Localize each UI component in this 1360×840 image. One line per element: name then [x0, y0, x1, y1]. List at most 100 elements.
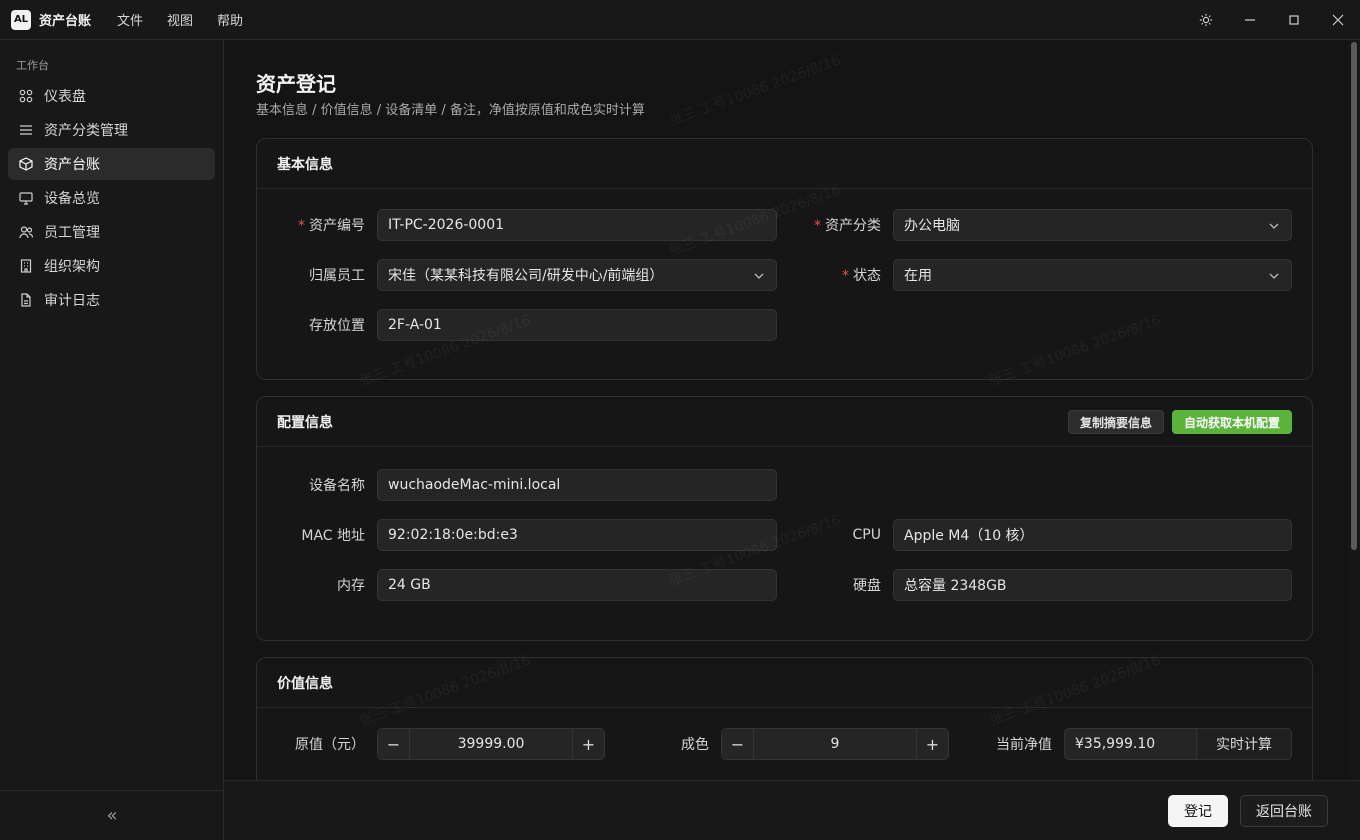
location-label: 存放位置: [309, 318, 365, 334]
memory-input[interactable]: 24 GB: [377, 569, 777, 601]
config-actions: 复制摘要信息 自动获取本机配置: [1060, 410, 1292, 434]
app-logo: AL: [11, 9, 31, 30]
monitor-icon: [18, 190, 34, 206]
basic-info-card: 基本信息 * 资产编号 IT-PC-2026-0001 * 资产分类 办公电脑 归属…: [256, 138, 1313, 380]
location-input[interactable]: 2F-A-01: [377, 309, 777, 341]
condition-label: 成色: [681, 737, 709, 753]
sidebar-section-title: 工作台: [16, 59, 49, 72]
card-title: 价值信息: [257, 658, 1312, 708]
sidebar-item-dashboard[interactable]: 仪表盘: [8, 80, 215, 112]
condition-input[interactable]: 9: [754, 736, 916, 752]
chevron-down-icon: [1269, 273, 1279, 279]
condition-stepper[interactable]: − 9 +: [721, 728, 949, 760]
back-to-ledger-button[interactable]: 返回台账: [1240, 795, 1328, 827]
box-icon: [18, 156, 34, 172]
maximize-icon: [1289, 15, 1299, 25]
sidebar-item-label: 设备总览: [44, 191, 100, 207]
minimize-icon: [1245, 19, 1255, 21]
disk-row: 硬盘 总容量 2348GB: [773, 569, 1292, 601]
status-label: * 状态: [842, 268, 881, 284]
footer-bar: 登记 返回台账: [224, 780, 1360, 840]
page-subtitle: 基本信息 / 价值信息 / 设备清单 / 备注，净值按原值和成色实时计算: [256, 103, 645, 118]
theme-toggle-button[interactable]: [1184, 0, 1228, 40]
mac-input[interactable]: 92:02:18:0e:bd:e3: [377, 519, 777, 551]
decrement-button[interactable]: −: [378, 729, 410, 759]
sidebar-item-ledger[interactable]: 资产台账: [8, 148, 215, 180]
auto-detect-button[interactable]: 自动获取本机配置: [1171, 410, 1292, 434]
close-button[interactable]: [1316, 0, 1360, 40]
sidebar-item-employees[interactable]: 员工管理: [8, 216, 215, 248]
cpu-input[interactable]: Apple M4（10 核）: [893, 519, 1292, 551]
maximize-button[interactable]: [1272, 0, 1316, 40]
status-row: * 状态 在用: [773, 259, 1292, 291]
main-scrollbar[interactable]: [1348, 40, 1360, 780]
menu-bar: 文件 视图 帮助: [117, 10, 267, 29]
original-value-stepper[interactable]: − 39999.00 +: [377, 728, 605, 760]
collapse-sidebar-icon[interactable]: «: [106, 805, 117, 826]
net-value-label: 当前净值: [996, 737, 1052, 753]
title-bar: AL 资产台账 文件 视图 帮助: [0, 0, 1360, 40]
owner-row: 归属员工 宋佳（某某科技有限公司/研发中心/前端组）: [257, 259, 777, 291]
condition-row: 成色 − 9 +: [601, 728, 949, 760]
mac-label: MAC 地址: [301, 528, 365, 544]
value-card: 价值信息 原值（元） − 39999.00 + 成色 − 9 + 当前净值 ¥3…: [256, 657, 1313, 780]
net-value-group: ¥35,999.10 实时计算: [1064, 728, 1292, 760]
disk-input[interactable]: 总容量 2348GB: [893, 569, 1292, 601]
minimize-button[interactable]: [1228, 0, 1272, 40]
cpu-row: CPU Apple M4（10 核）: [773, 519, 1292, 551]
menu-view[interactable]: 视图: [167, 10, 193, 29]
realtime-calc-button[interactable]: 实时计算: [1196, 728, 1292, 760]
sidebar: 工作台 仪表盘 资产分类管理 资产台账 设备总览 员工管理 组织架构 审计日志: [0, 40, 224, 840]
sidebar-item-label: 资产分类管理: [44, 123, 128, 139]
page-title: 资产登记: [256, 72, 336, 96]
card-title: 配置信息 复制摘要信息 自动获取本机配置: [257, 397, 1312, 447]
mac-row: MAC 地址 92:02:18:0e:bd:e3: [257, 519, 777, 551]
memory-label: 内存: [337, 578, 365, 594]
device-name-input[interactable]: wuchaodeMac-mini.local: [377, 469, 777, 501]
category-row: * 资产分类 办公电脑: [773, 209, 1292, 241]
app-title: 资产台账: [39, 14, 92, 29]
sidebar-item-audit[interactable]: 审计日志: [8, 284, 215, 316]
chevron-down-icon: [1269, 223, 1279, 229]
main-content: 资产登记 基本信息 / 价值信息 / 设备清单 / 备注，净值按原值和成色实时计…: [224, 40, 1348, 780]
menu-file[interactable]: 文件: [117, 10, 143, 29]
sidebar-item-org[interactable]: 组织架构: [8, 250, 215, 282]
list-icon: [18, 122, 34, 138]
increment-button[interactable]: +: [572, 729, 604, 759]
sidebar-item-categories[interactable]: 资产分类管理: [8, 114, 215, 146]
sidebar-nav: 仪表盘 资产分类管理 资产台账 设备总览 员工管理 组织架构 审计日志: [8, 80, 215, 318]
disk-label: 硬盘: [853, 578, 881, 594]
sidebar-item-label: 资产台账: [44, 157, 100, 173]
window-controls: [1184, 0, 1360, 40]
original-value-input[interactable]: 39999.00: [410, 736, 572, 752]
copy-summary-button[interactable]: 复制摘要信息: [1067, 410, 1164, 434]
sidebar-item-label: 审计日志: [44, 293, 100, 309]
submit-button[interactable]: 登记: [1168, 795, 1228, 827]
owner-label: 归属员工: [309, 268, 365, 284]
chevron-down-icon: [754, 273, 764, 279]
original-value-label: 原值（元）: [295, 737, 365, 753]
decrement-button[interactable]: −: [722, 729, 754, 759]
device-label: 设备名称: [309, 478, 365, 494]
device-row: 设备名称 wuchaodeMac-mini.local: [257, 469, 777, 501]
original-value-row: 原值（元） − 39999.00 +: [257, 728, 605, 760]
category-select[interactable]: 办公电脑: [893, 209, 1292, 241]
memory-row: 内存 24 GB: [257, 569, 777, 601]
sidebar-item-label: 组织架构: [44, 259, 100, 275]
status-select[interactable]: 在用: [893, 259, 1292, 291]
net-value-display: ¥35,999.10: [1064, 728, 1196, 760]
owner-select[interactable]: 宋佳（某某科技有限公司/研发中心/前端组）: [377, 259, 777, 291]
file-icon: [18, 292, 34, 308]
sidebar-item-label: 仪表盘: [44, 89, 86, 105]
building-icon: [18, 258, 34, 274]
menu-help[interactable]: 帮助: [217, 10, 243, 29]
asset-no-label: * 资产编号: [298, 218, 365, 234]
asset-no-row: * 资产编号 IT-PC-2026-0001: [257, 209, 777, 241]
sidebar-item-devices[interactable]: 设备总览: [8, 182, 215, 214]
card-title: 基本信息: [257, 139, 1312, 189]
config-card: 配置信息 复制摘要信息 自动获取本机配置 设备名称 wuchaodeMac-mi…: [256, 396, 1313, 641]
scrollbar-thumb[interactable]: [1351, 42, 1357, 550]
location-row: 存放位置 2F-A-01: [257, 309, 777, 341]
asset-no-input[interactable]: IT-PC-2026-0001: [377, 209, 777, 241]
net-value-row: 当前净值 ¥35,999.10 实时计算: [944, 728, 1292, 760]
